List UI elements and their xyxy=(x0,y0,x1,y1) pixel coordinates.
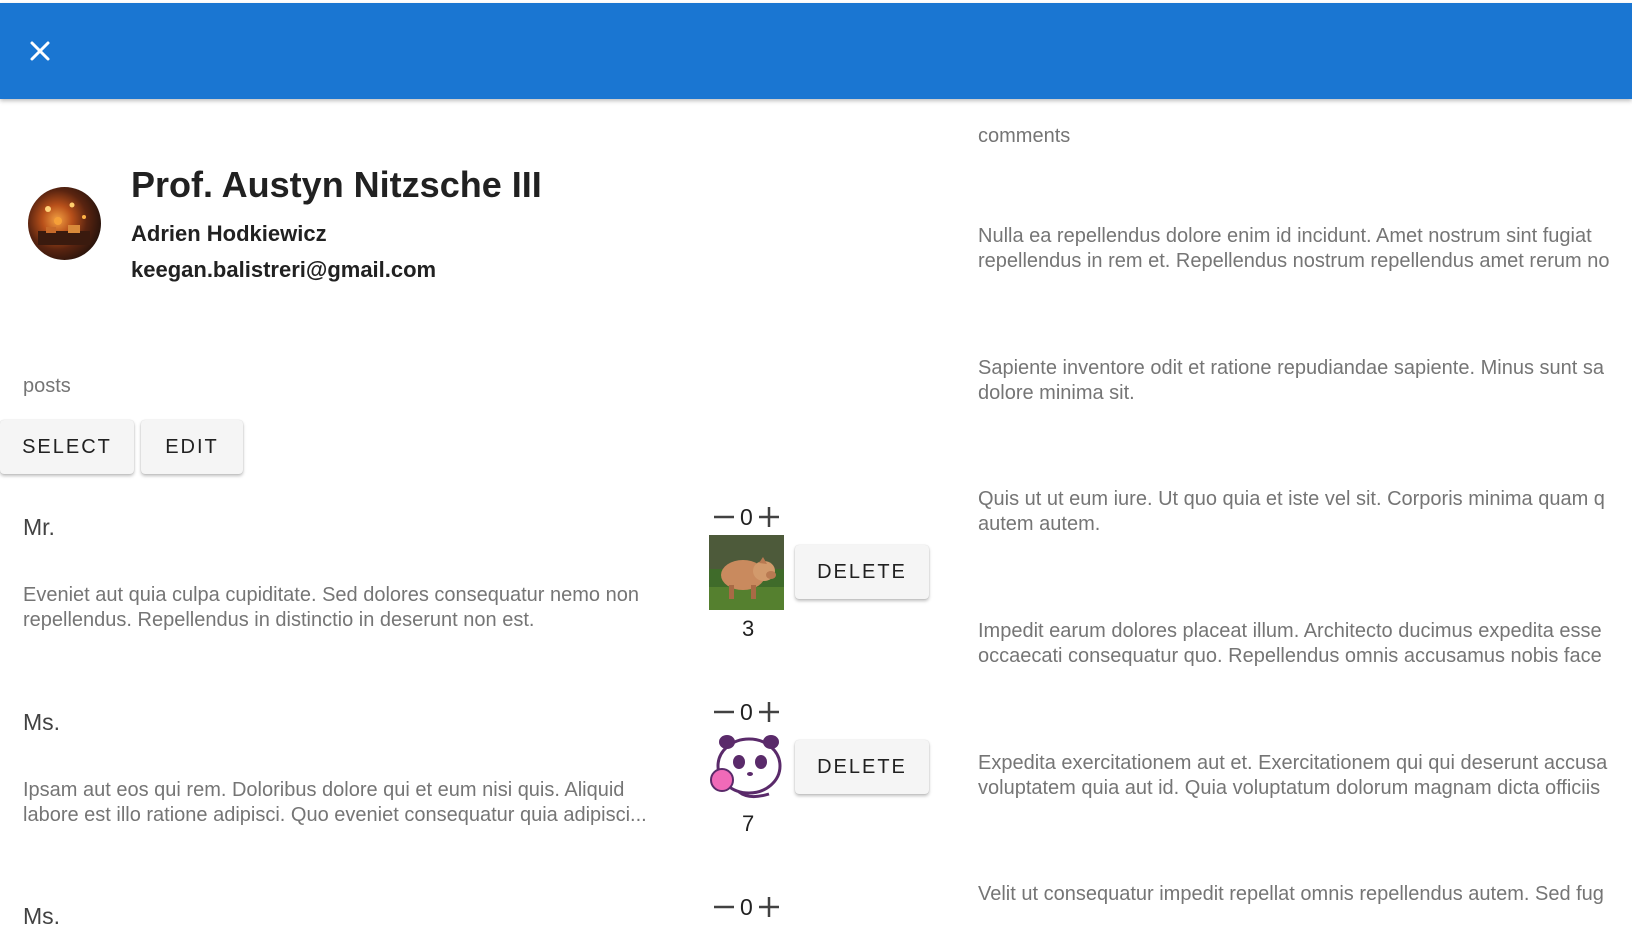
comment-line: Sapiente inventore odit et ratione repud… xyxy=(978,357,1604,379)
minus-icon xyxy=(714,905,734,909)
profile-name: Prof. Austyn Nitzsche III xyxy=(131,164,542,205)
vote-control: 0 xyxy=(712,697,781,727)
close-icon xyxy=(30,41,50,61)
avatar xyxy=(28,187,101,260)
comment-line: Expedita exercitationem aut et. Exercita… xyxy=(978,752,1608,774)
comment-item: Nulla ea repellendus dolore enim id inci… xyxy=(978,224,1632,274)
upvote-button[interactable] xyxy=(757,505,781,529)
delete-button[interactable]: DELETE xyxy=(795,740,929,794)
comment-line: autem autem. xyxy=(978,513,1101,535)
comment-item: Impedit earum dolores placeat illum. Arc… xyxy=(978,619,1632,669)
vote-control: 0 xyxy=(712,502,781,532)
vote-control: 0 xyxy=(712,892,781,922)
downvote-button[interactable] xyxy=(712,895,736,919)
profile-username: Adrien Hodkiewicz xyxy=(131,221,327,246)
plus-icon xyxy=(758,897,779,917)
app-bar xyxy=(0,3,1632,99)
comments-label: comments xyxy=(978,125,1071,147)
post-image xyxy=(709,535,784,610)
vote-score: 0 xyxy=(740,893,753,920)
select-button[interactable]: SELECT xyxy=(0,420,134,474)
comment-line: Impedit earum dolores placeat illum. Arc… xyxy=(978,620,1602,642)
comment-line: Nulla ea repellendus dolore enim id inci… xyxy=(978,225,1592,247)
post-body: Eveniet aut quia culpa cupiditate. Sed d… xyxy=(23,584,639,631)
comment-item: Velit ut consequatur impedit repellat om… xyxy=(978,882,1632,907)
comment-item: Sapiente inventore odit et ratione repud… xyxy=(978,356,1632,406)
comment-line: dolore minima sit. xyxy=(978,382,1135,404)
downvote-button[interactable] xyxy=(712,505,736,529)
comment-line: repellendus in rem et. Repellendus nostr… xyxy=(978,250,1610,272)
upvote-button[interactable] xyxy=(757,895,781,919)
comment-item: Quis ut ut eum iure. Ut quo quia et iste… xyxy=(978,487,1632,537)
post-title: Ms. xyxy=(23,709,61,735)
posts-label: posts xyxy=(23,375,71,397)
vote-score: 0 xyxy=(740,698,753,725)
post-count: 7 xyxy=(742,811,755,836)
profile-email: keegan.balistreri@gmail.com xyxy=(131,257,437,282)
post-body: Ipsam aut eos qui rem. Doloribus dolore … xyxy=(23,779,647,826)
post-title: Mr. xyxy=(23,514,55,540)
vote-score: 0 xyxy=(740,503,753,530)
comment-line: occaecati consequatur quo. Repellendus o… xyxy=(978,645,1602,667)
edit-button[interactable]: EDIT xyxy=(141,420,243,474)
panda-sticker-image xyxy=(710,735,782,799)
upvote-button[interactable] xyxy=(757,700,781,724)
comment-line: voluptatem quia aut id. Quia voluptatum … xyxy=(978,777,1601,799)
post-image xyxy=(709,730,784,805)
minus-icon xyxy=(714,515,734,519)
plus-icon xyxy=(758,507,779,527)
minus-icon xyxy=(714,710,734,714)
downvote-button[interactable] xyxy=(712,700,736,724)
close-button[interactable] xyxy=(20,31,60,71)
comment-line: Quis ut ut eum iure. Ut quo quia et iste… xyxy=(978,488,1605,510)
delete-button[interactable]: DELETE xyxy=(795,545,929,599)
avatar-image xyxy=(38,202,90,245)
post-count: 3 xyxy=(742,616,755,641)
comment-line: Velit ut consequatur impedit repellat om… xyxy=(978,883,1604,905)
pig-image xyxy=(709,535,784,610)
comment-item: Expedita exercitationem aut et. Exercita… xyxy=(978,751,1632,801)
plus-icon xyxy=(758,702,779,722)
